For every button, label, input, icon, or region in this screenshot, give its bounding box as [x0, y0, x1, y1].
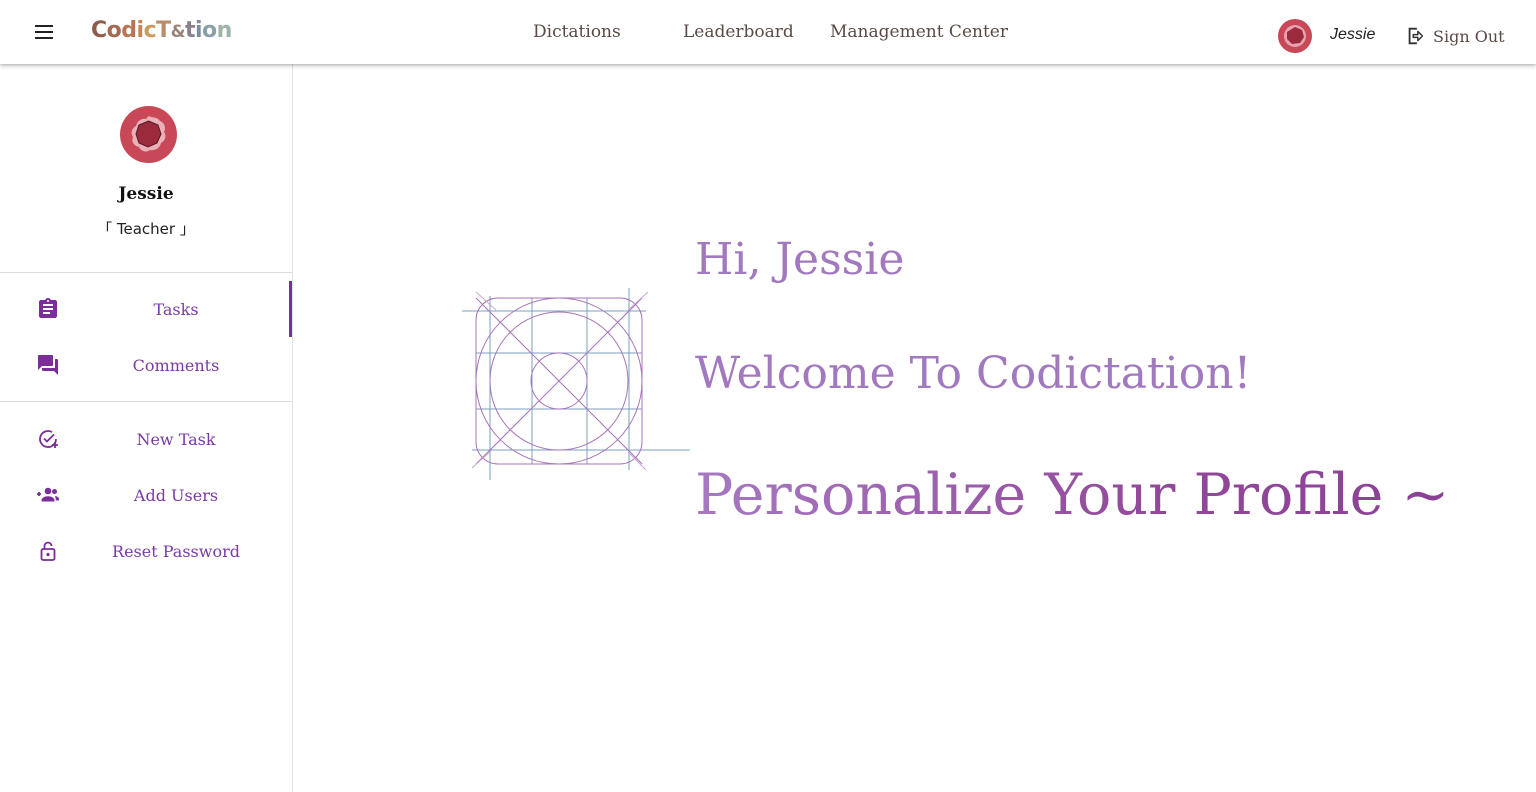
profile-name: Jessie — [118, 184, 174, 204]
sidebar-item-tasks[interactable]: Tasks — [0, 281, 292, 337]
icon-grid-illustration — [462, 288, 690, 480]
add-users-icon — [37, 487, 59, 502]
sidebar-item-label: Tasks — [153, 299, 199, 319]
sign-out-button[interactable]: Sign Out — [1405, 24, 1505, 48]
logo-letter: & — [170, 22, 186, 42]
logo-letter: T — [156, 18, 171, 43]
add-task-icon — [39, 430, 58, 448]
sidebar: Jessie 「 Teacher 」 Tasks Comments New Ta… — [0, 64, 293, 792]
logo-letter: o — [202, 18, 217, 43]
logo-letter: i — [195, 18, 203, 43]
logo-letter: i — [136, 18, 145, 43]
app-logo[interactable]: CodicT&tion — [91, 17, 232, 46]
profile-avatar[interactable] — [120, 106, 177, 163]
logout-icon — [1408, 27, 1424, 45]
hamburger-menu-icon[interactable] — [33, 22, 57, 42]
personalize-profile-link[interactable]: Personalize Your Profile ~ — [695, 462, 1449, 528]
welcome-heading: Welcome To Codictation! — [695, 348, 1252, 399]
sidebar-item-label: Comments — [132, 355, 220, 375]
sidebar-item-reset-password[interactable]: Reset Password — [0, 523, 292, 579]
nav-link-leaderboard[interactable]: Leaderboard — [683, 22, 794, 42]
logo-letter: C — [91, 18, 107, 43]
sidebar-item-new-task[interactable]: New Task — [0, 411, 292, 467]
logo-letter: c — [143, 18, 157, 43]
logo-letter: n — [216, 18, 233, 43]
nav-link-management-center[interactable]: Management Center — [830, 22, 1008, 42]
logo-letter: d — [121, 18, 137, 43]
sidebar-item-label: Reset Password — [112, 541, 240, 561]
sidebar-item-label: New Task — [136, 429, 216, 449]
top-user-name[interactable]: Jessie — [1330, 26, 1375, 44]
nav-link-dictations[interactable]: Dictations — [533, 22, 621, 42]
chat-icon — [38, 355, 58, 375]
logo-letter: o — [106, 18, 122, 43]
clipboard-icon — [39, 298, 57, 318]
user-avatar[interactable] — [1278, 19, 1312, 53]
profile-role: 「 Teacher 」 — [97, 220, 195, 238]
greeting-heading: Hi, Jessie — [695, 234, 905, 285]
logo-letter: t — [184, 18, 196, 43]
sidebar-divider — [0, 401, 292, 402]
top-app-bar: CodicT&tion Dictations Leaderboard Manag… — [0, 0, 1536, 64]
sidebar-divider — [0, 272, 292, 273]
sidebar-item-add-users[interactable]: Add Users — [0, 467, 292, 523]
lock-icon — [40, 541, 56, 561]
sign-out-label: Sign Out — [1433, 26, 1505, 46]
sidebar-item-comments[interactable]: Comments — [0, 337, 292, 393]
sidebar-item-label: Add Users — [133, 485, 219, 505]
